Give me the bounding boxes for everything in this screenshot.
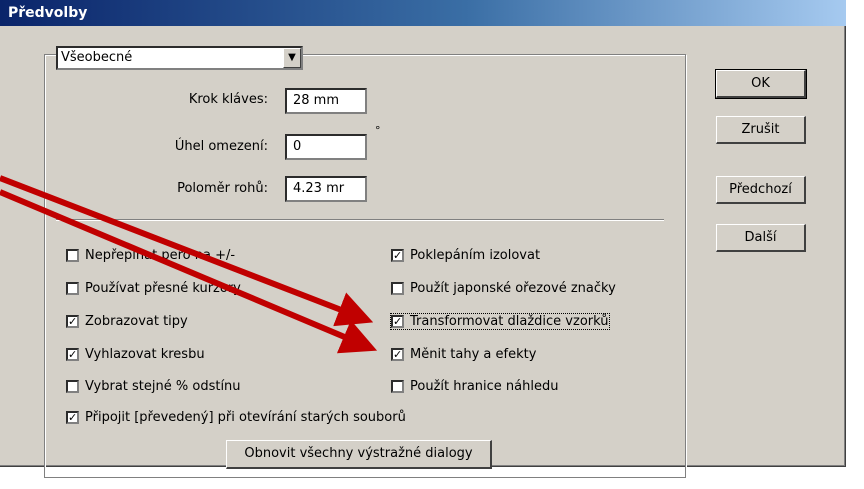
checkbox-label: Vyhlazovat kresbu bbox=[85, 347, 205, 362]
corner-radius-label: Poloměr rohů: bbox=[177, 181, 268, 196]
keyboard-increment-label: Krok kláves: bbox=[188, 92, 268, 107]
checkbox-show-tooltips[interactable]: ✓ Zobrazovat tipy bbox=[66, 314, 188, 329]
checkbox-label: Poklepáním izolovat bbox=[410, 248, 541, 263]
preferences-dialog: Předvolby Všeobecné ▼ Krok kláves: 28 mm… bbox=[0, 0, 846, 478]
checkbox-label: Nepřepínat pero na +/- bbox=[85, 248, 236, 263]
category-select[interactable]: Všeobecné ▼ bbox=[56, 46, 303, 70]
checkbox-transform-pattern-tiles[interactable]: ✓ Transformovat dlaždice vzorků bbox=[390, 313, 610, 330]
checkbox-label: Transformovat dlaždice vzorků bbox=[410, 314, 609, 329]
checkbox-label: Zobrazovat tipy bbox=[85, 314, 188, 329]
checkbox-box[interactable]: ✓ bbox=[66, 315, 79, 328]
checkbox-box[interactable]: ✓ bbox=[66, 348, 79, 361]
checkbox-box[interactable] bbox=[66, 380, 79, 393]
cancel-button[interactable]: Zrušit bbox=[716, 116, 806, 144]
checkbox-box[interactable] bbox=[66, 282, 79, 295]
checkbox-append-converted[interactable]: ✓ Připojit [převedený] při otevírání sta… bbox=[66, 410, 406, 425]
checkbox-box[interactable]: ✓ bbox=[391, 249, 404, 262]
ok-button[interactable]: OK bbox=[715, 69, 807, 99]
checkbox-label: Používat přesné kurzory bbox=[85, 281, 241, 296]
corner-radius-input[interactable]: 4.23 mr bbox=[285, 176, 367, 202]
checkbox-use-preview-bounds[interactable]: Použít hranice náhledu bbox=[391, 379, 558, 394]
checkbox-box[interactable]: ✓ bbox=[66, 411, 79, 424]
constrain-angle-input[interactable]: 0 bbox=[285, 134, 367, 160]
separator bbox=[56, 219, 664, 221]
checkbox-double-click-isolate[interactable]: ✓ Poklepáním izolovat bbox=[391, 248, 540, 263]
checkbox-box[interactable]: ✓ bbox=[391, 348, 404, 361]
checkbox-label: Použít hranice náhledu bbox=[410, 379, 559, 394]
previous-button[interactable]: Předchozí bbox=[716, 176, 806, 204]
checkbox-select-same-tint[interactable]: Vybrat stejné % odstínu bbox=[66, 379, 241, 394]
checkbox-label: Vybrat stejné % odstínu bbox=[85, 379, 241, 394]
checkbox-label: Měnit tahy a efekty bbox=[410, 347, 537, 362]
checkbox-box[interactable] bbox=[391, 282, 404, 295]
checkbox-antialiased-artwork[interactable]: ✓ Vyhlazovat kresbu bbox=[66, 347, 205, 362]
checkbox-box[interactable] bbox=[66, 249, 79, 262]
chevron-down-icon[interactable]: ▼ bbox=[283, 48, 301, 68]
checkbox-disable-auto-add[interactable]: Nepřepínat pero na +/- bbox=[66, 248, 235, 263]
checkbox-label: Připojit [převedený] při otevírání starý… bbox=[85, 410, 406, 425]
degree-symbol: ° bbox=[375, 124, 381, 137]
checkbox-label: Použít japonské ořezové značky bbox=[410, 281, 616, 296]
window-title: Předvolby bbox=[0, 0, 846, 26]
next-button[interactable]: Další bbox=[716, 224, 806, 252]
checkbox-precise-cursors[interactable]: Používat přesné kurzory bbox=[66, 281, 241, 296]
reset-warning-dialogs-button[interactable]: Obnovit všechny výstražné dialogy bbox=[226, 440, 492, 469]
checkbox-box[interactable] bbox=[391, 380, 404, 393]
category-select-value: Všeobecné bbox=[61, 50, 133, 65]
checkbox-box[interactable]: ✓ bbox=[391, 315, 404, 328]
checkbox-japanese-crop-marks[interactable]: Použít japonské ořezové značky bbox=[391, 281, 616, 296]
checkbox-scale-strokes-effects[interactable]: ✓ Měnit tahy a efekty bbox=[391, 347, 536, 362]
keyboard-increment-input[interactable]: 28 mm bbox=[285, 88, 367, 114]
constrain-angle-label: Úhel omezení: bbox=[174, 139, 268, 154]
